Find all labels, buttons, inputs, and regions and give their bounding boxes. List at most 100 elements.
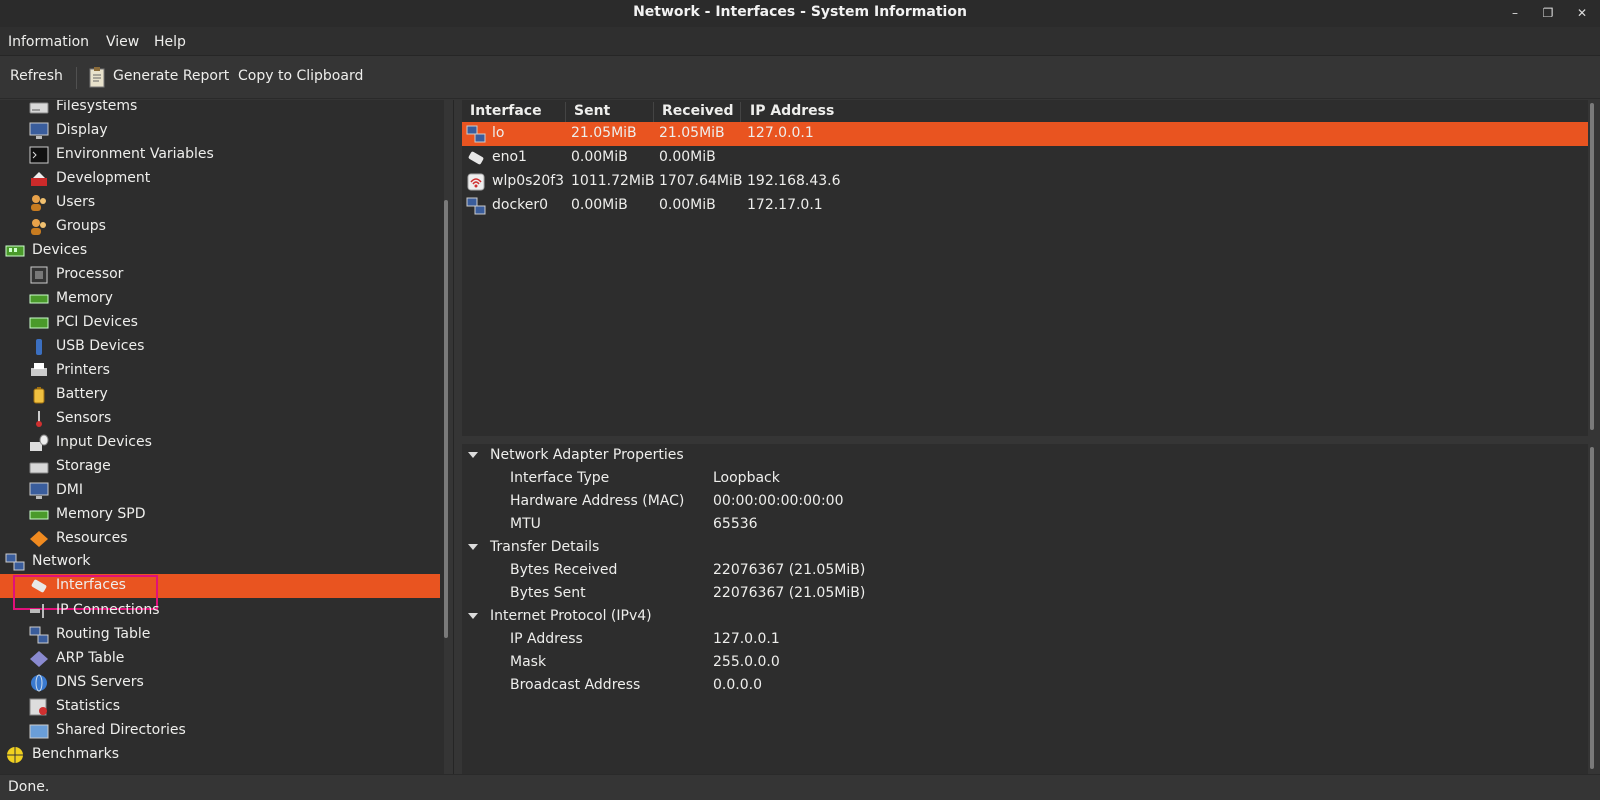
sidebar-item-dns-servers[interactable]: DNS Servers [0, 671, 440, 695]
detail-key: Mask [510, 654, 547, 670]
table-row[interactable]: wlp0s20f3 1011.72MiB 1707.64MiB 192.168.… [462, 170, 1588, 194]
sidebar-item-routing-table[interactable]: Routing Table [0, 623, 440, 647]
sidebar-item-label: Devices [32, 242, 88, 258]
wifi-icon [467, 173, 485, 191]
interface-sent: 0.00MiB [571, 197, 628, 213]
benchmarks-icon [7, 747, 23, 763]
section-title: Network Adapter Properties [490, 447, 684, 463]
interfaces-icon [31, 579, 47, 593]
detail-row: Broadcast Address 0.0.0.0 [462, 674, 1588, 697]
table-row[interactable]: lo 21.05MiB 21.05MiB 127.0.0.1 [462, 122, 1588, 146]
sidebar-item-environment-variables[interactable]: Environment Variables [0, 143, 440, 167]
menu-bar: Information View Help [0, 27, 1600, 56]
copy-to-clipboard-button[interactable]: Copy to Clipboard [238, 68, 363, 84]
section-title: Transfer Details [490, 539, 600, 555]
title-bar: Network - Interfaces - System Informatio… [0, 0, 1600, 27]
sidebar-item-memory-spd[interactable]: Memory SPD [0, 503, 440, 527]
detail-key: Broadcast Address [510, 677, 641, 693]
menu-view[interactable]: View [106, 34, 139, 50]
detail-value: Loopback [713, 470, 780, 486]
sidebar-item-development[interactable]: Development [0, 167, 440, 191]
sidebar-item-users[interactable]: Users [0, 191, 440, 215]
sidebar-item-label: Users [56, 194, 96, 210]
detail-value: 127.0.0.1 [713, 631, 780, 647]
sidebar-item-label: ARP Table [56, 650, 125, 666]
menu-information[interactable]: Information [8, 34, 89, 50]
detail-value: 22076367 (21.05MiB) [713, 585, 866, 601]
column-header-ip-address[interactable]: IP Address [750, 103, 834, 119]
column-header-interface[interactable]: Interface [470, 103, 542, 119]
development-icon [31, 172, 47, 186]
sidebar-item-display[interactable]: Display [0, 119, 440, 143]
pci-icon [29, 317, 49, 329]
section-header[interactable]: Network Adapter Properties [462, 444, 1588, 467]
filesystem-icon [29, 102, 49, 114]
generate-report-button[interactable]: Generate Report [113, 68, 229, 84]
column-header-sent[interactable]: Sent [574, 103, 610, 119]
sidebar-item-label: Interfaces [56, 577, 126, 593]
network-icon [466, 125, 486, 143]
sidebar-item-input-devices[interactable]: Input Devices [0, 431, 440, 455]
refresh-button[interactable]: Refresh [10, 68, 63, 84]
network-icon [5, 553, 25, 571]
interfaces-scrollbar[interactable] [1590, 103, 1594, 430]
routing-icon [29, 626, 49, 644]
status-bar: Done. [0, 774, 1600, 800]
sidebar-item-arp-table[interactable]: ARP Table [0, 647, 440, 671]
sidebar-item-pci-devices[interactable]: PCI Devices [0, 311, 440, 335]
expander-arrow-icon[interactable] [468, 613, 478, 619]
detail-key: IP Address [510, 631, 583, 647]
resources-icon [30, 531, 48, 547]
pane-divider[interactable] [453, 100, 454, 774]
sidebar-item-label: Benchmarks [32, 746, 120, 762]
interface-ip: 127.0.0.1 [747, 125, 814, 141]
sidebar-item-groups[interactable]: Groups [0, 215, 440, 239]
status-text: Done. [8, 779, 50, 795]
sidebar-item-dmi[interactable]: DMI [0, 479, 440, 503]
sidebar-item-label: Environment Variables [56, 146, 214, 162]
sidebar-item-statistics[interactable]: Statistics [0, 695, 440, 719]
sidebar-item-ip-connections[interactable]: IP Connections [0, 599, 440, 623]
sidebar-item-label: Printers [56, 362, 110, 378]
report-icon[interactable] [88, 66, 106, 88]
sidebar-item-processor[interactable]: Processor [0, 263, 440, 287]
dns-icon [31, 674, 47, 692]
sidebar-category-network[interactable]: Network [0, 550, 440, 574]
section-header[interactable]: Transfer Details [462, 536, 1588, 559]
sidebar-item-battery[interactable]: Battery [0, 383, 440, 407]
sidebar-item-resources[interactable]: Resources [0, 527, 440, 551]
sidebar-item-printers[interactable]: Printers [0, 359, 440, 383]
sidebar-item-memory[interactable]: Memory [0, 287, 440, 311]
sidebar-item-label: Groups [56, 218, 106, 234]
sidebar-item-interfaces[interactable]: Interfaces [0, 574, 440, 610]
sidebar-item-shared-directories[interactable]: Shared Directories [0, 719, 440, 743]
users-icon [31, 195, 46, 211]
details-scrollbar[interactable] [1590, 447, 1594, 769]
sidebar-category-devices[interactable]: Devices [0, 239, 440, 263]
expander-arrow-icon[interactable] [468, 452, 478, 458]
usb-icon [36, 339, 42, 355]
menu-help[interactable]: Help [154, 34, 186, 50]
sidebar-item-sensors[interactable]: Sensors [0, 407, 440, 431]
detail-value: 00:00:00:00:00:00 [713, 493, 844, 509]
interface-name: docker0 [492, 197, 549, 213]
sidebar-item-usb-devices[interactable]: USB Devices [0, 335, 440, 359]
table-row[interactable]: eno1 0.00MiB 0.00MiB [462, 146, 1588, 170]
column-header-received[interactable]: Received [662, 103, 734, 119]
sidebar-item-filesystems[interactable]: Filesystems [0, 100, 440, 119]
sidebar-item-label: Input Devices [56, 434, 152, 450]
sidebar-item-label: Sensors [56, 410, 112, 426]
detail-value: 65536 [713, 516, 758, 532]
section-header[interactable]: Internet Protocol (IPv4) [462, 605, 1588, 628]
maximize-icon[interactable]: ❐ [1537, 3, 1559, 23]
toolbar: Refresh Generate Report Copy to Clipboar… [0, 56, 1600, 99]
storage-icon [29, 462, 49, 474]
minimize-icon[interactable]: – [1504, 3, 1526, 23]
sidebar-item-storage[interactable]: Storage [0, 455, 440, 479]
column-divider [653, 102, 654, 122]
table-row[interactable]: docker0 0.00MiB 0.00MiB 172.17.0.1 [462, 194, 1588, 218]
sidebar-scrollbar[interactable] [444, 200, 448, 638]
expander-arrow-icon[interactable] [468, 544, 478, 550]
sidebar-category-benchmarks[interactable]: Benchmarks [0, 743, 440, 767]
close-icon[interactable]: ✕ [1571, 3, 1593, 23]
